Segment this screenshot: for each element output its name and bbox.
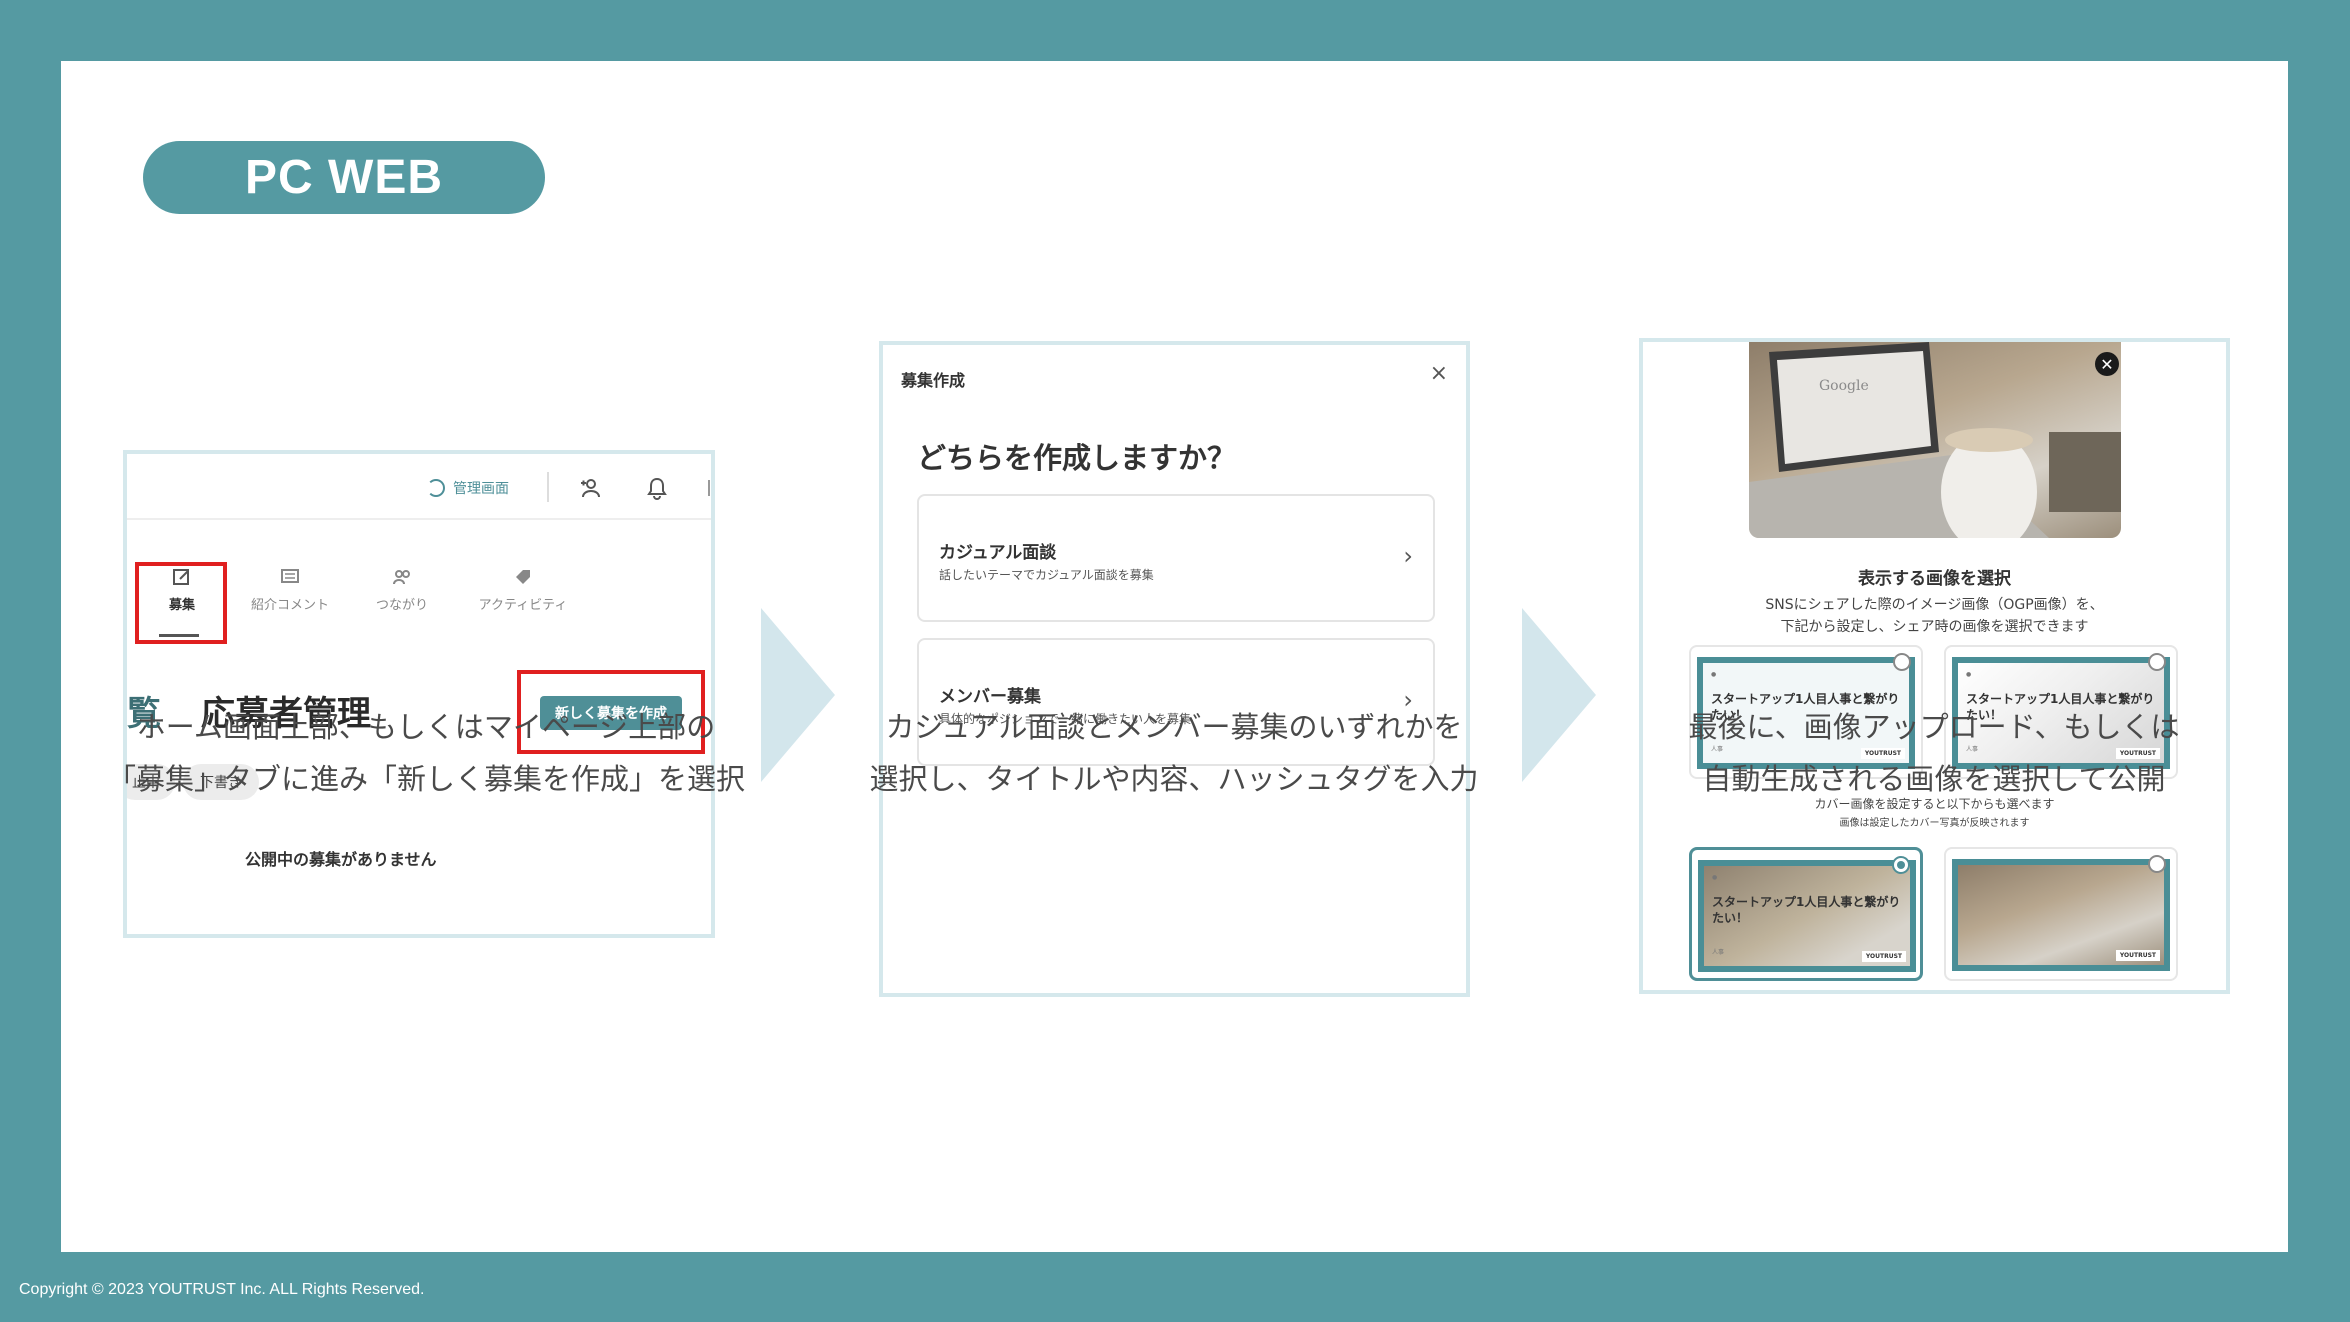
- caption-step2: カジュアル面談とメンバー募集のいずれかを 選択し、タイトルや内容、ハッシュタグを…: [821, 701, 1527, 805]
- chevron-right-icon: ›: [1403, 542, 1413, 570]
- admin-link[interactable]: 管理画面: [427, 478, 509, 498]
- tab-comments[interactable]: 紹介コメント: [235, 568, 345, 613]
- ogp-preview: ● スタートアップ1人目人事と繋がりたい！ 人事 YOUTRUST: [1698, 860, 1916, 972]
- cover-photo: Google: [1749, 342, 2121, 538]
- caption-line: カジュアル面談とメンバー募集のいずれかを: [885, 710, 1463, 744]
- laptop-image: Google: [1749, 342, 2121, 538]
- ogp-card: ● スタートアップ1人目人事と繋がりたい！ 人事 YOUTRUST: [1704, 866, 1910, 966]
- menu-edge: [708, 480, 710, 496]
- people-icon: [393, 570, 410, 585]
- select-image-sub: SNSにシェアした際のイメージ画像（OGP画像）を、 下記から設定し、シェア時の…: [1643, 594, 2226, 638]
- radio-button[interactable]: [1893, 653, 1911, 671]
- sub-line: 下記から設定し、シェア時の画像を選択できます: [1780, 619, 2089, 635]
- close-icon[interactable]: ✕: [2095, 352, 2119, 376]
- close-icon[interactable]: ×: [1430, 361, 1448, 386]
- select-image-heading: 表示する画像を選択: [1858, 569, 2011, 589]
- ogp-meta: ●: [1712, 874, 1718, 881]
- photo-screen-text: Google: [1819, 378, 1869, 394]
- option-desc: 話したいテーマでカジュアル面談を募集: [939, 568, 1154, 582]
- ogp-meta: ●: [1711, 671, 1717, 678]
- dialog-title: 募集作成: [901, 371, 966, 390]
- admin-label: 管理画面: [453, 481, 509, 497]
- screen-create-dialog: 募集作成 × どちらを作成しますか？ カジュアル面談 話したいテーマでカジュアル…: [879, 341, 1470, 997]
- dialog-question: どちらを作成しますか？: [917, 441, 1237, 475]
- ogp-option-4[interactable]: YOUTRUST: [1944, 847, 2178, 981]
- caption-line: 自動生成される画像を選択して公開: [1702, 762, 2166, 796]
- ogp-brand: YOUTRUST: [2115, 950, 2160, 961]
- refresh-icon: [427, 479, 445, 497]
- bell-icon[interactable]: [646, 476, 668, 500]
- tab-label: アクティビティ: [478, 598, 568, 613]
- tag-icon: [516, 570, 530, 584]
- ogp-option-3[interactable]: ● スタートアップ1人目人事と繋がりたい！ 人事 YOUTRUST: [1689, 847, 1923, 981]
- add-person-icon[interactable]: [579, 478, 603, 498]
- radio-button-selected[interactable]: [1892, 856, 1910, 874]
- top-bar: [127, 454, 711, 520]
- caption-step3: 最後に、画像アップロード、もしくは 自動生成される画像を選択して公開: [1581, 701, 2287, 805]
- slide: PC WEB 管理画面 募集 紹介コメント つながり アクティビティ 覧 応募者…: [61, 61, 2288, 1252]
- caption-step1: ホーム画面上部、もしくはマイページ上部の 「募集」タブに進み「新しく募集を作成」…: [81, 701, 771, 805]
- ogp-brand: YOUTRUST: [1861, 951, 1906, 962]
- ogp-card: YOUTRUST: [1958, 865, 2164, 965]
- ogp-title: スタートアップ1人目人事と繋がりたい！: [1712, 895, 1901, 925]
- caption-line: 選択し、タイトルや内容、ハッシュタグを入力: [869, 762, 1479, 796]
- tab-label: 紹介コメント: [250, 598, 329, 613]
- tab-label: つながり: [375, 598, 428, 613]
- highlight-box-recruit-tab: [135, 562, 227, 644]
- ogp-preview: YOUTRUST: [1952, 859, 2170, 971]
- divider: [547, 472, 549, 502]
- screen-recruit-tab: 管理画面 募集 紹介コメント つながり アクティビティ 覧 応募者管理 新しく募…: [123, 450, 715, 938]
- caption-line: ホーム画面上部、もしくはマイページ上部の: [136, 710, 716, 744]
- empty-state-text: 公開中の募集がありません: [245, 850, 437, 869]
- ogp-meta: ●: [1966, 671, 1972, 678]
- option-casual-interview[interactable]: カジュアル面談 話したいテーマでカジュアル面談を募集 ›: [917, 494, 1435, 622]
- sub-line: SNSにシェアした際のイメージ画像（OGP画像）を、: [1765, 597, 2104, 613]
- comment-icon: [281, 569, 299, 583]
- radio-button[interactable]: [2148, 855, 2166, 873]
- ogp-user: 人事: [1712, 949, 1725, 956]
- radio-button[interactable]: [2148, 653, 2166, 671]
- screen-image-select: Google ✕ 表示する画像を選択 SNSにシェアした際のイメージ画像（OGP…: [1639, 338, 2230, 994]
- caption-line: 最後に、画像アップロード、もしくは: [1688, 710, 2180, 744]
- platform-badge: PC WEB: [143, 141, 545, 214]
- note-line: 画像は設定したカバー写真が反映されます: [1839, 818, 2030, 829]
- tab-activity[interactable]: アクティビティ: [461, 568, 585, 613]
- option-title: カジュアル面談: [939, 543, 1057, 563]
- tab-connections[interactable]: つながり: [347, 568, 457, 613]
- caption-line: 「募集」タブに進み「新しく募集を作成」を選択: [106, 762, 745, 796]
- copyright: Copyright © 2023 YOUTRUST Inc. ALL Right…: [19, 1281, 425, 1298]
